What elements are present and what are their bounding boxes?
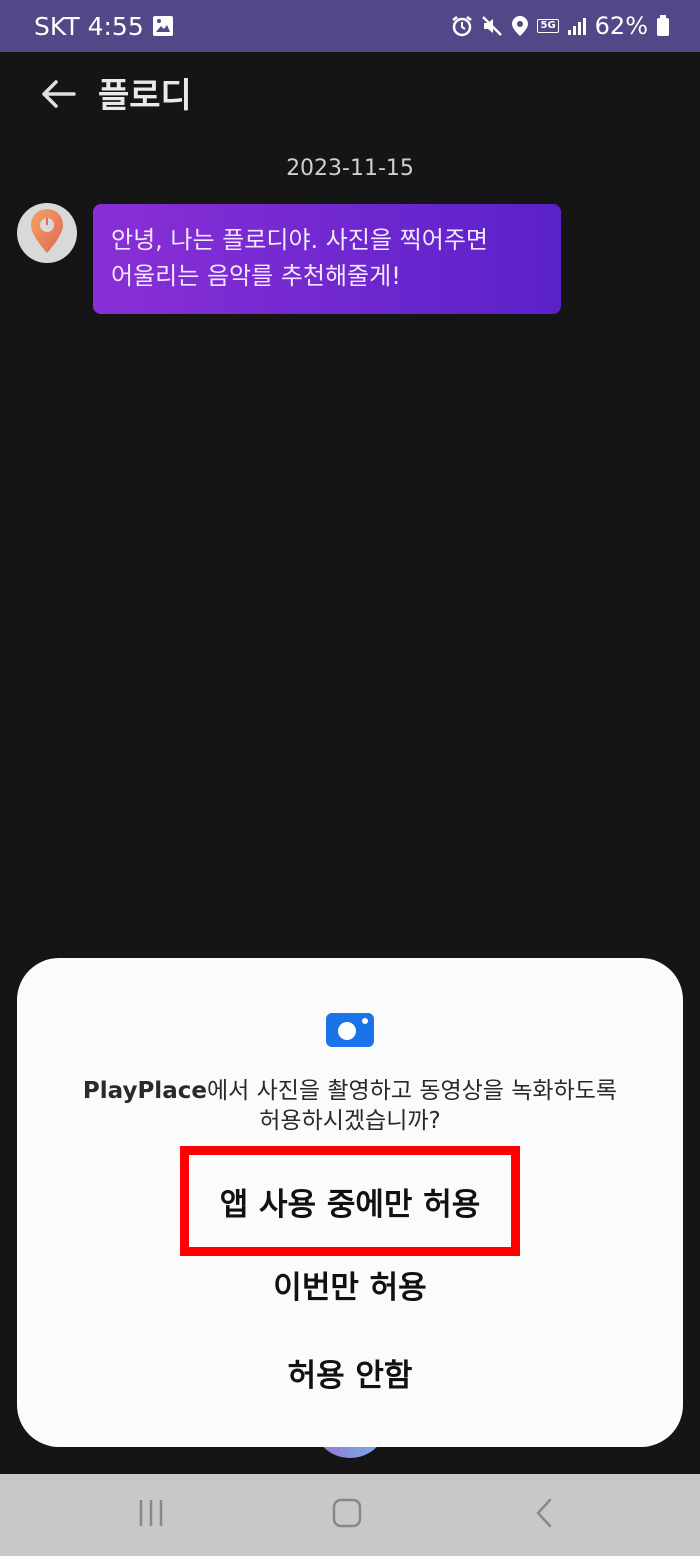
permission-dialog: PlayPlace에서 사진을 촬영하고 동영상을 녹화하도록 허용하시겠습니까… [17, 958, 683, 1447]
battery-percent: 62% [594, 12, 648, 40]
back-button[interactable] [34, 72, 82, 120]
gallery-icon [152, 15, 174, 37]
recent-apps-icon [136, 1498, 166, 1532]
status-bar: SKT 4:55 5G 62% [0, 0, 700, 52]
5g-icon: 5G [537, 19, 559, 33]
chat-bubble: 안녕, 나는 플로디야. 사진을 찍어주면 어울리는 음악를 추천해줄게! [93, 204, 561, 314]
signal-icon [567, 16, 587, 36]
allow-while-using-button[interactable]: 앱 사용 중에만 허용 [180, 1146, 520, 1256]
app-name: PlayPlace [82, 1078, 207, 1104]
battery-icon [656, 15, 670, 37]
chat-message-line: 안녕, 나는 플로디야. 사진을 찍어주면 [111, 226, 488, 254]
app-bar: 플로디 [0, 52, 700, 140]
status-right: 5G 62% [451, 0, 670, 52]
home-icon [331, 1497, 363, 1533]
home-button[interactable] [327, 1495, 367, 1535]
nav-back-button[interactable] [524, 1495, 564, 1535]
carrier-label: SKT [34, 11, 80, 41]
navigation-bar [0, 1474, 700, 1556]
permission-message-text: 에서 사진을 촬영하고 동영상을 녹화하도록 [206, 1078, 618, 1104]
clock: 4:55 [87, 11, 144, 41]
map-pin-logo-icon [30, 208, 64, 258]
page-title: 플로디 [98, 76, 192, 116]
location-icon [511, 15, 529, 37]
chat-message-line: 어울리는 음악를 추천해줄게! [111, 262, 401, 290]
camera-icon [325, 1010, 375, 1048]
recent-apps-button[interactable] [131, 1495, 171, 1535]
alarm-icon [451, 15, 473, 37]
mute-icon [481, 15, 503, 37]
deny-button[interactable]: 허용 안함 [17, 1352, 683, 1400]
chat-date: 2023-11-15 [286, 156, 414, 181]
back-icon [532, 1497, 556, 1533]
allow-once-button[interactable]: 이번만 허용 [17, 1264, 683, 1312]
permission-message-line2: 허용하시겠습니까? [259, 1108, 441, 1134]
status-left: SKT 4:55 [34, 0, 174, 52]
avatar [17, 203, 77, 263]
arrow-left-icon [40, 79, 76, 113]
permission-message: PlayPlace에서 사진을 촬영하고 동영상을 녹화하도록 허용하시겠습니까… [37, 1076, 663, 1136]
